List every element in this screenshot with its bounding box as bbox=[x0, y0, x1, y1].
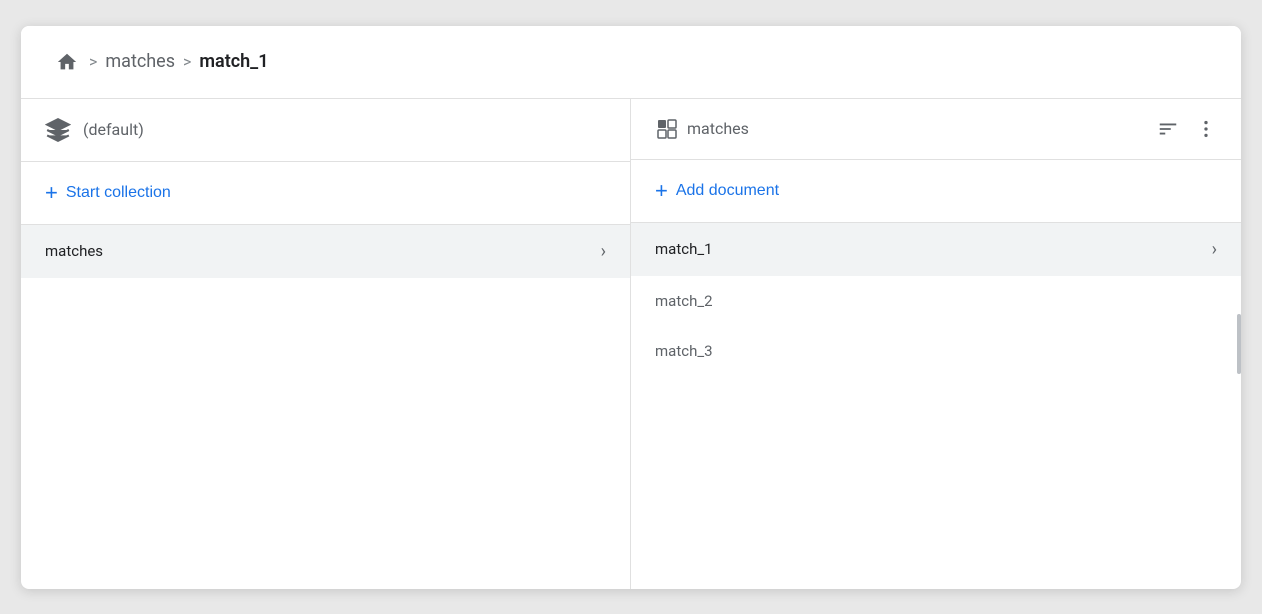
layers-icon bbox=[45, 117, 71, 143]
right-panel-title: matches bbox=[687, 119, 1149, 138]
start-collection-label: Start collection bbox=[66, 184, 171, 202]
chevron-right-icon: › bbox=[601, 241, 606, 262]
right-panel-header: matches bbox=[631, 99, 1241, 160]
match1-list-item[interactable]: match_1 › bbox=[631, 223, 1241, 276]
collection-icon bbox=[655, 117, 679, 141]
match1-label: match_1 bbox=[655, 240, 713, 258]
left-panel: (default) + Start collection matches › bbox=[21, 99, 631, 589]
right-panel-action-buttons bbox=[1157, 118, 1217, 140]
matches-item-label: matches bbox=[45, 242, 103, 260]
breadcrumb-sep-2: > bbox=[183, 52, 191, 71]
more-vert-button[interactable] bbox=[1195, 118, 1217, 140]
add-document-label: Add document bbox=[676, 182, 779, 200]
match2-list-item[interactable]: match_2 bbox=[631, 276, 1241, 326]
start-collection-button[interactable]: + Start collection bbox=[45, 178, 171, 208]
breadcrumb-item-match1: match_1 bbox=[199, 51, 268, 72]
plus-icon: + bbox=[45, 182, 58, 204]
matches-list-item[interactable]: matches › bbox=[21, 225, 630, 278]
add-doc-plus-icon: + bbox=[655, 180, 668, 202]
match2-label: match_2 bbox=[655, 292, 713, 310]
main-content: (default) + Start collection matches › bbox=[21, 99, 1241, 589]
home-icon[interactable] bbox=[53, 48, 81, 76]
left-panel-header: (default) bbox=[21, 99, 630, 162]
left-panel-actions: + Start collection bbox=[21, 162, 630, 225]
filter-button[interactable] bbox=[1157, 118, 1179, 140]
left-panel-title: (default) bbox=[83, 120, 144, 139]
add-document-button[interactable]: + Add document bbox=[655, 176, 779, 206]
breadcrumb-item-matches[interactable]: matches bbox=[105, 51, 175, 72]
right-panel-add-area: + Add document bbox=[631, 160, 1241, 223]
breadcrumb: > matches > match_1 bbox=[21, 26, 1241, 99]
breadcrumb-sep-1: > bbox=[89, 52, 97, 71]
scrollbar[interactable] bbox=[1237, 314, 1241, 374]
right-panel: matches bbox=[631, 99, 1241, 589]
match1-chevron-icon: › bbox=[1212, 239, 1217, 260]
main-window: > matches > match_1 (default) bbox=[21, 26, 1241, 589]
match3-label: match_3 bbox=[655, 342, 713, 360]
match3-list-item[interactable]: match_3 bbox=[631, 326, 1241, 376]
